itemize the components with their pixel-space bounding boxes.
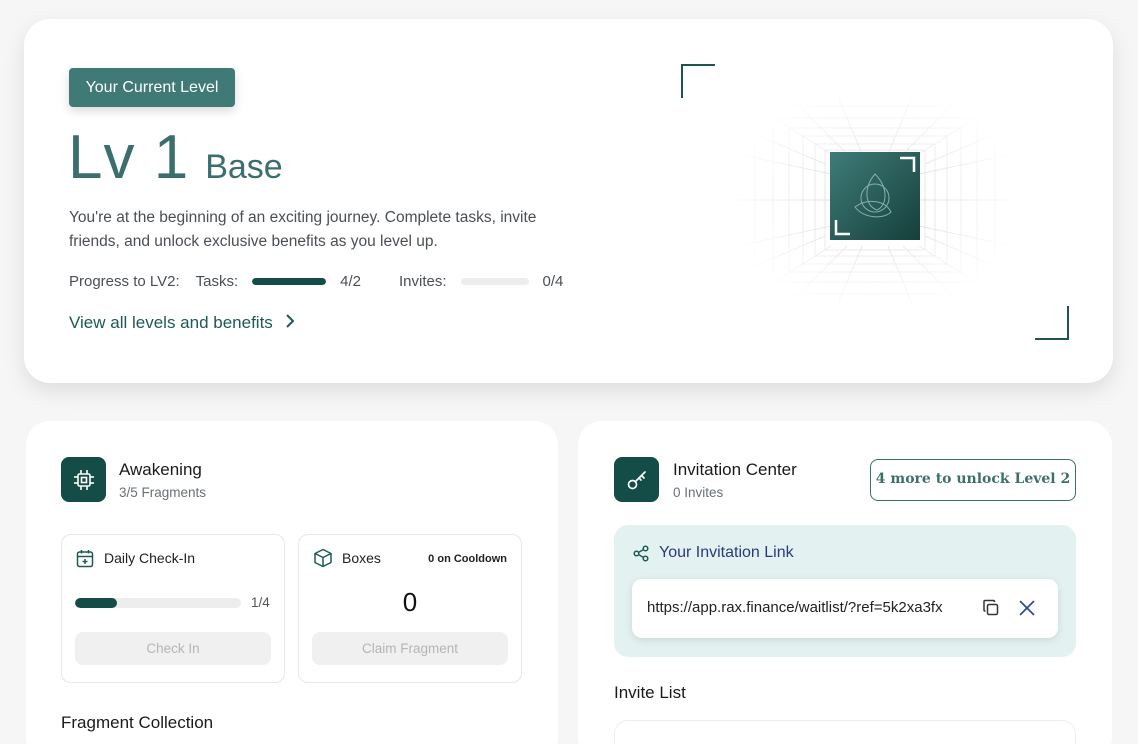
key-icon xyxy=(614,457,659,502)
level-progress: Progress to LV2: Tasks: 4/2 Invites: 0/4 xyxy=(69,273,563,290)
progress-label: Progress to LV2: xyxy=(69,273,180,290)
boxes-cooldown: 0 on Cooldown xyxy=(428,553,507,565)
tasks-value: 4/2 xyxy=(340,273,361,290)
checkin-progress-bar xyxy=(75,598,241,608)
tasks-progress-fill xyxy=(252,278,327,285)
copy-icon[interactable] xyxy=(982,599,1000,622)
invitation-subtitle: 0 Invites xyxy=(673,485,724,500)
awakening-card: Awakening 3/5 Fragments Daily Check-In 1… xyxy=(26,421,558,744)
level-description: You're at the beginning of an exciting j… xyxy=(69,209,537,250)
daily-checkin-title: Daily Check-In xyxy=(104,550,196,566)
invitation-link-field[interactable]: https://app.rax.finance/waitlist/?ref=5k… xyxy=(632,579,1058,638)
level-name: Base xyxy=(205,148,283,186)
boxes-title: Boxes xyxy=(342,550,381,566)
view-levels-label: View all levels and benefits xyxy=(69,312,273,332)
share-icon xyxy=(633,545,649,567)
x-share-icon[interactable] xyxy=(1018,599,1036,622)
awakening-title: Awakening xyxy=(119,460,202,479)
fragment-collection-heading: Fragment Collection xyxy=(61,713,214,732)
view-levels-link[interactable]: View all levels and benefits xyxy=(69,312,295,333)
chevron-right-icon xyxy=(285,312,295,333)
invite-list-panel xyxy=(614,720,1076,744)
invitation-title: Invitation Center xyxy=(673,460,797,479)
boxes-count: 0 xyxy=(402,587,418,617)
boxes-card: Boxes 0 on Cooldown 0 Claim Fragment xyxy=(298,534,522,683)
invites-progress-bar xyxy=(460,278,529,285)
level-illustration xyxy=(681,64,1069,340)
level-heading: Lv 1 Base xyxy=(68,127,283,189)
level-card: Your Current Level Lv 1 Base You're at t… xyxy=(24,19,1113,383)
invitation-link-panel: Your Invitation Link https://app.rax.fin… xyxy=(614,525,1076,657)
chip-icon xyxy=(61,457,106,502)
invites-label: Invites: xyxy=(399,273,447,290)
current-level-badge: Your Current Level xyxy=(69,68,235,107)
invites-value: 0/4 xyxy=(542,273,564,290)
check-in-button[interactable]: Check In xyxy=(75,632,271,665)
calendar-icon xyxy=(76,549,94,573)
checkin-progress-fill xyxy=(75,598,117,608)
perspective-grid-graphic xyxy=(737,94,1013,306)
invitation-card: Invitation Center 0 Invites 4 more to un… xyxy=(578,421,1112,744)
invite-list-heading: Invite List xyxy=(614,683,686,702)
tasks-label: Tasks: xyxy=(195,273,239,290)
frame-corner-top-left xyxy=(681,64,715,98)
frame-corner-bottom-right xyxy=(1035,306,1069,340)
claim-fragment-button[interactable]: Claim Fragment xyxy=(312,632,508,665)
invitation-link-title: Your Invitation Link xyxy=(659,544,794,561)
level-number: Lv 1 xyxy=(68,123,190,192)
awakening-subtitle: 3/5 Fragments xyxy=(119,485,207,500)
checkin-progress-value: 1/4 xyxy=(251,595,270,610)
tasks-progress-bar xyxy=(252,278,327,285)
daily-checkin-card: Daily Check-In 1/4 Check In xyxy=(61,534,285,683)
unlock-level-button[interactable]: 4 more to unlock Level 2 xyxy=(870,459,1076,501)
invitation-link-url: https://app.rax.finance/waitlist/?ref=5k… xyxy=(647,599,943,616)
box-icon xyxy=(313,548,333,573)
